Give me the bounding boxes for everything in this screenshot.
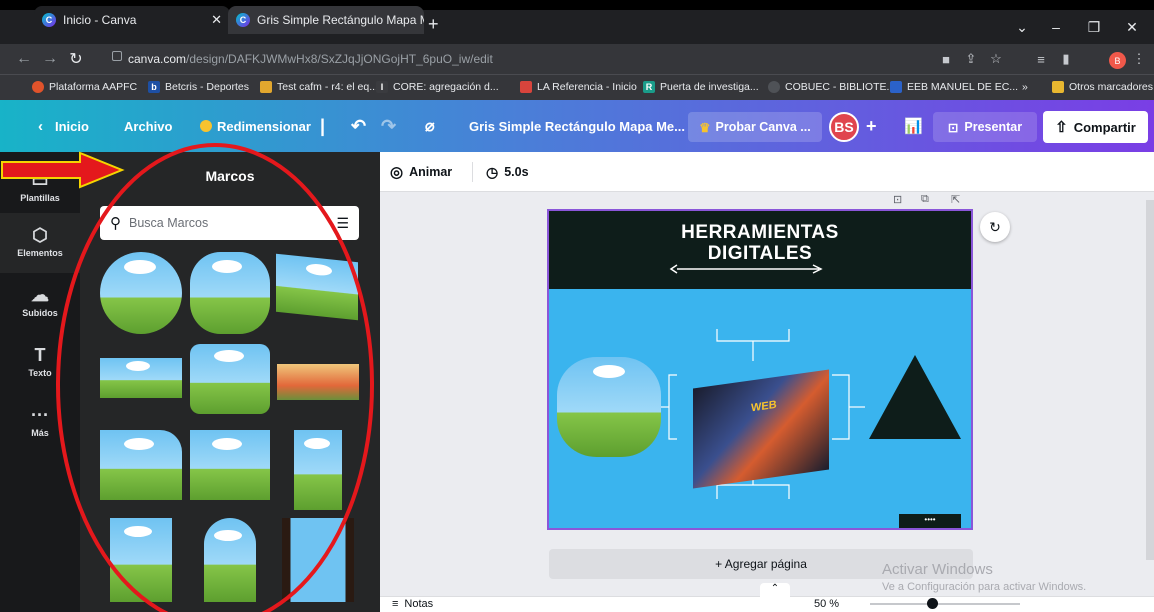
upload-icon: ☁ — [31, 285, 49, 305]
red-ellipse-annotation — [56, 143, 374, 612]
bookmark-item[interactable]: LA Referencia - Inicio — [520, 79, 637, 95]
bookmark-item[interactable]: I CORE: agregación d... — [376, 79, 499, 95]
tab-title: Gris Simple Rectángulo Mapa Me — [257, 13, 424, 27]
page-title-line2: DIGITALES — [707, 243, 813, 264]
double-arrow-line — [669, 264, 823, 274]
reload-icon[interactable]: ↻ — [64, 48, 88, 70]
back-icon[interactable]: ← — [12, 48, 36, 70]
zoom-slider[interactable] — [870, 598, 1020, 609]
digital-tools-image[interactable]: WEB — [693, 369, 829, 489]
folder-icon — [1052, 81, 1064, 93]
magic-refresh-icon[interactable]: ↻ — [980, 212, 1010, 242]
canva-favicon-icon: C — [42, 13, 56, 27]
duplicate-page-icon[interactable]: ⧉ — [921, 193, 929, 207]
tab-title: Inicio - Canva — [63, 13, 137, 27]
url-text: canva.com/design/DAFKJWMwHx8/SxZJqJjONGo… — [128, 52, 493, 66]
more-icon: ··· — [31, 405, 49, 425]
lock-icon — [112, 51, 122, 61]
close-window-icon[interactable]: ✕ — [1112, 10, 1152, 44]
share-page-icon[interactable]: ⇪ — [960, 48, 982, 70]
menu-kebab-icon[interactable]: ⋮ — [1128, 48, 1150, 70]
bookmark-item[interactable]: R Puerta de investiga... — [643, 79, 759, 95]
image-label: WEB — [751, 398, 777, 415]
camera-icon[interactable]: ■ — [935, 48, 957, 70]
bookmark-favicon-icon: I — [376, 81, 388, 93]
reading-list-icon[interactable]: ≡ — [1030, 48, 1052, 70]
crown-icon: ♛ — [699, 120, 711, 135]
bookmark-favicon-icon — [890, 81, 902, 93]
bookmark-favicon-icon — [520, 81, 532, 93]
page-title[interactable]: HERRAMIENTAS DIGITALES — [549, 222, 971, 264]
chevron-left-icon: ‹ — [38, 117, 43, 135]
clock-icon: ◷ — [486, 163, 499, 180]
bookmark-favicon-icon — [32, 81, 44, 93]
bookmark-item[interactable]: EEB MANUEL DE EC... — [890, 79, 1018, 95]
close-tab-icon[interactable]: ✕ — [205, 12, 222, 28]
show-pages-chevron-icon[interactable]: ⌃ — [760, 583, 790, 597]
page-dots-badge: •••• — [899, 514, 961, 528]
bottom-bar — [380, 596, 1154, 612]
page-title-line1: HERRAMIENTAS — [681, 222, 839, 243]
vertical-scrollbar[interactable] — [1146, 200, 1154, 560]
add-page-icon[interactable]: ⇱ — [951, 193, 960, 207]
bookmark-item[interactable]: Test cafm - r4: el eq... — [260, 79, 378, 95]
bookmark-favicon-icon: R — [643, 81, 655, 93]
design-page[interactable]: HERRAMIENTAS DIGITALES WEB •••• — [547, 209, 973, 530]
bookmark-favicon-icon — [768, 81, 780, 93]
triangle-shape[interactable] — [867, 351, 963, 441]
zoom-slider-thumb[interactable] — [927, 598, 938, 609]
scalloped-image-frame[interactable] — [557, 357, 661, 457]
animate-button[interactable]: ◎ Animar — [390, 160, 452, 184]
bookmark-item[interactable]: b Betcris - Deportes — [148, 79, 249, 95]
side-panel-icon[interactable]: ▮ — [1055, 48, 1077, 70]
other-bookmarks[interactable]: Otros marcadores — [1052, 79, 1153, 95]
minimize-icon[interactable]: – — [1036, 10, 1076, 44]
bookmark-item[interactable]: COBUEC - BIBLIOTE... — [768, 79, 895, 95]
analytics-icon[interactable]: 📊 — [904, 100, 923, 152]
animate-icon: ◎ — [390, 164, 404, 181]
try-pro-button[interactable]: ♛ Probar Canva ... — [688, 112, 822, 142]
bookmarks-overflow-button[interactable]: » — [1022, 79, 1028, 95]
windows-activation-title: Activar Windows — [882, 561, 993, 578]
redo-icon[interactable]: ↷ — [381, 100, 396, 152]
canva-favicon-icon: C — [236, 13, 250, 27]
share-icon: ⇧ — [1055, 119, 1068, 136]
share-button[interactable]: ⇧ Compartir — [1043, 111, 1148, 143]
present-button[interactable]: ⊡ Presentar — [933, 112, 1037, 142]
present-icon: ⊡ — [947, 120, 959, 135]
user-avatar[interactable]: BS — [829, 112, 859, 142]
windows-activation-subtitle: Ve a Configuración para activar Windows. — [882, 581, 1087, 593]
elements-icon: ⬡ — [32, 225, 48, 245]
bookmark-favicon-icon — [260, 81, 272, 93]
add-collaborator-button[interactable]: + — [866, 100, 877, 152]
crown-icon — [200, 120, 212, 132]
lock-page-icon[interactable]: ⊡ — [893, 193, 902, 207]
restore-icon[interactable]: ❐ — [1074, 10, 1114, 44]
duration-button[interactable]: ◷ 5.0s — [486, 160, 529, 184]
new-tab-button[interactable]: + — [428, 14, 439, 35]
forward-icon[interactable]: → — [38, 48, 62, 70]
browser-tab-inicio[interactable]: C Inicio - Canva ✕ — [34, 6, 230, 34]
text-icon: T — [34, 345, 46, 365]
zoom-level[interactable]: 50 % — [814, 598, 839, 610]
bookmark-item[interactable]: Plataforma AAPFC — [32, 79, 137, 95]
profile-avatar[interactable]: B — [1109, 52, 1126, 69]
bookmark-favicon-icon: b — [148, 81, 160, 93]
notes-button[interactable]: ≡ Notas — [392, 598, 433, 610]
bookmark-star-icon[interactable]: ☆ — [985, 48, 1007, 70]
notes-icon: ≡ — [392, 598, 399, 610]
document-title[interactable]: Gris Simple Rectángulo Mapa Me... — [469, 100, 685, 152]
browser-tab-design[interactable]: C Gris Simple Rectángulo Mapa Me ✕ — [228, 6, 424, 34]
divider — [472, 162, 473, 182]
cloud-saved-icon[interactable]: ⌀ — [425, 100, 435, 152]
